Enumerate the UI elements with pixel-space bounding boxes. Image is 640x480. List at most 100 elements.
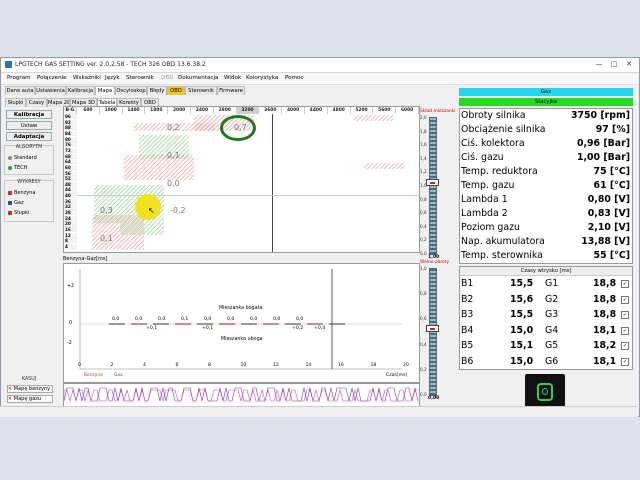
app-icon: [5, 61, 12, 68]
wykres-gaz[interactable]: Gaz: [8, 200, 24, 206]
idle-value: 0,00: [428, 396, 440, 401]
map-row-header: 72: [64, 147, 77, 154]
x-tick: 8: [208, 363, 211, 368]
fuel-map-table[interactable]: B-G 600 1000 1400 1800 2000 2400 2800 3200 3600 4…: [63, 106, 420, 253]
adaptacja-button[interactable]: Adaptacja: [6, 132, 52, 141]
map-column-header: 4400: [305, 107, 328, 114]
map-cell-value: 0,1: [100, 234, 113, 243]
map-row-header: 4: [64, 243, 77, 250]
wykres-slupki[interactable]: Słupki: [8, 210, 29, 216]
parameter-value: 0,80 [V]: [587, 194, 630, 205]
menu-sterownik[interactable]: Sterownik: [126, 75, 154, 81]
idle-slider: Wolne obroty 1,0 0,8 0,6 0,4 0,2 0,0 0,00: [420, 260, 450, 410]
menu-program[interactable]: Program: [7, 75, 31, 81]
menu-obd[interactable]: OBD: [161, 75, 174, 81]
x-tick: 12: [273, 363, 279, 368]
maximize-button[interactable]: □: [608, 60, 620, 69]
gas-injector-time: 18,8: [593, 309, 617, 320]
parameter-label: Temp. sterownika: [461, 250, 543, 261]
kasuj-caption: KASUJ: [21, 377, 37, 382]
menu-widok[interactable]: Widok: [224, 75, 241, 81]
map-row-header: 92: [64, 119, 77, 125]
tab-oscyloskop[interactable]: Oscyloskop: [115, 86, 147, 95]
tab-dane-auta[interactable]: Dane auta: [5, 86, 35, 95]
scale-tick: 2,0: [420, 115, 427, 120]
map-row-header: 16: [64, 227, 77, 233]
minimize-button[interactable]: —: [593, 60, 605, 69]
menu-pomoc[interactable]: Pomoc: [285, 75, 304, 81]
mixture-thumb[interactable]: [426, 179, 439, 186]
tab-bledy[interactable]: Błędy: [147, 86, 167, 95]
injector-panel: Czasy wtrysku [ms] B1 15,5 G1 18,8 ✓ B2 15,6 G2…: [459, 266, 633, 370]
mixture-track[interactable]: [429, 117, 437, 255]
gas-injector-name: G5: [545, 340, 559, 351]
bar-label: +0,2: [292, 326, 304, 331]
tab-obd[interactable]: OBD: [167, 86, 185, 95]
slider-caption: Wolne obroty: [420, 260, 450, 265]
scale-tick: 0,6: [420, 210, 427, 216]
tab-ustawienia[interactable]: Ustawienia: [35, 86, 66, 95]
map-column-header: 2000: [168, 107, 191, 114]
parameter-value: 13,88 [V]: [581, 236, 630, 247]
kalibracja-button[interactable]: Kalibracja: [6, 110, 52, 119]
map-column-header: 2800: [214, 107, 237, 114]
bar-label: +0,4: [314, 326, 326, 331]
petrol-injector-time: 15,0: [510, 324, 534, 336]
menu-polaczenie[interactable]: Połączenie: [37, 75, 67, 81]
idle-track[interactable]: [429, 268, 437, 396]
y-tick: 0: [69, 321, 73, 326]
map-row-header: 64: [64, 159, 77, 165]
parameter-value: 75 [°C]: [593, 166, 630, 177]
parameter-label: Obciążenie silnika: [461, 124, 546, 135]
ustaw-button[interactable]: Ustaw: [6, 121, 52, 130]
scale-tick: 0,0: [420, 392, 427, 397]
tab-kalibracja[interactable]: Kalibracja: [66, 86, 95, 95]
injector-checkbox[interactable]: ✓: [621, 295, 629, 304]
injector-checkbox[interactable]: ✓: [621, 311, 629, 319]
parameter-value: 1,00 [Bar]: [576, 152, 630, 163]
menu-jezyk[interactable]: Język: [105, 75, 120, 81]
algorytm-tech[interactable]: TECH: [8, 165, 27, 171]
kasuj-mape-gazu[interactable]: ✕ Mapę gazu: [7, 395, 53, 403]
map-column-header: 4000: [282, 107, 305, 114]
parameter-value: 0,83 [V]: [587, 208, 630, 219]
y-tick: -2: [67, 341, 72, 346]
parameter-row: Nap. akumulatora 13,88 [V]: [460, 235, 632, 249]
parameter-row: Temp. sterownika 55 [°C]: [460, 249, 632, 263]
bar-label: 0,1: [181, 317, 189, 322]
map-column-header: 3200: [236, 107, 260, 114]
subtab-czasy[interactable]: Czasy: [26, 98, 47, 107]
algorytm-standard[interactable]: Standard: [8, 155, 37, 161]
map-column-header: 1000: [100, 107, 123, 114]
tab-sterownik[interactable]: Sterownik: [185, 86, 217, 95]
map-row-header: 20: [64, 221, 77, 227]
parameter-label: Poziom gazu: [461, 222, 520, 233]
map-row-header: 28: [64, 210, 77, 216]
injector-checkbox[interactable]: ✓: [621, 326, 629, 335]
injector-row: B6 15,0 G6 18,1 ✓: [460, 354, 632, 370]
menu-wskazniki[interactable]: Wskaźniki: [73, 75, 101, 81]
menu-kolorystyka[interactable]: Kolorystyka: [246, 75, 278, 81]
injector-checkbox[interactable]: ✓: [621, 280, 629, 288]
radio-selected-icon: [8, 165, 12, 170]
petrol-injector-time: 15,0: [510, 355, 534, 367]
map-row-header: 88: [64, 125, 77, 131]
parameter-value: 3750 [rpm]: [570, 110, 630, 121]
injector-checkbox[interactable]: ✓: [621, 357, 629, 366]
injector-checkbox[interactable]: ✓: [621, 342, 629, 350]
subtab-slupki[interactable]: Słupki: [5, 98, 26, 107]
slider-caption: Skład mieszanki: [420, 109, 456, 114]
wykres-benzyna[interactable]: Benzyna: [8, 190, 36, 196]
kasuj-mape-benzyny[interactable]: ✕ Mapę benzyny: [7, 385, 53, 393]
menu-bar: Program Połączenie Wskaźniki Język Stero…: [1, 73, 639, 85]
tab-mapa[interactable]: Mapa: [95, 86, 115, 95]
parameter-row: Poziom gazu 2,10 [V]: [460, 221, 632, 235]
scale-tick: 1,0: [420, 183, 427, 188]
idle-thumb[interactable]: [426, 325, 439, 332]
menu-dokumentacja[interactable]: Dokumentacja: [178, 75, 218, 81]
bar-label: 0,0: [112, 317, 120, 322]
close-button[interactable]: ✕: [623, 60, 635, 69]
tab-firmware[interactable]: Firmware: [217, 86, 245, 95]
x-tick: 10: [240, 363, 247, 368]
parameter-row: Lambda 1 0,80 [V]: [460, 193, 632, 207]
